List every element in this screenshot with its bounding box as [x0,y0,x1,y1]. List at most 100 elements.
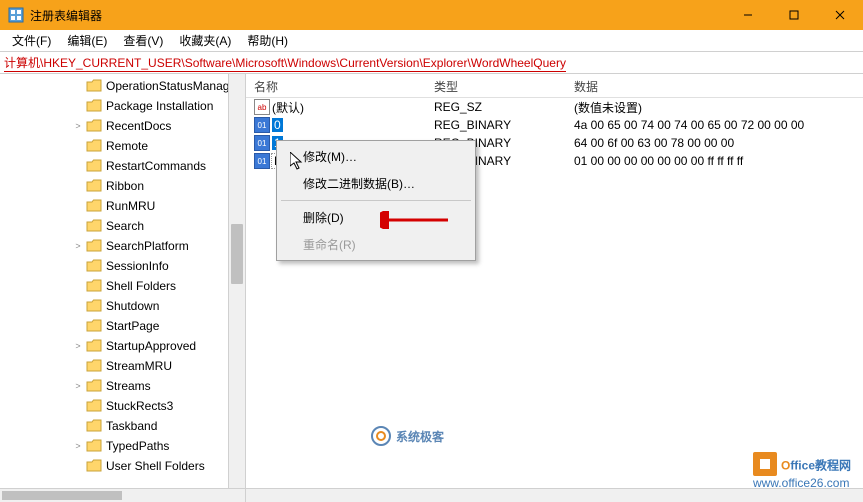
tree-item[interactable]: Taskband [0,416,245,436]
folder-icon [86,459,102,473]
expander-icon[interactable] [72,80,84,92]
tree-item-label: Package Installation [106,99,213,113]
binary-value-icon: 01 [254,117,270,133]
expander-icon[interactable] [72,140,84,152]
tree-scrollbar[interactable] [228,74,245,488]
tree-item[interactable]: >TypedPaths [0,436,245,456]
address-bar[interactable]: 计算机\HKEY_CURRENT_USER\Software\Microsoft… [0,52,863,74]
expander-icon[interactable]: > [72,120,84,132]
tree-item[interactable]: RestartCommands [0,156,245,176]
close-button[interactable] [817,0,863,30]
expander-icon[interactable] [72,460,84,472]
tree-item[interactable]: StuckRects3 [0,396,245,416]
tree-item[interactable]: StreamMRU [0,356,245,376]
expander-icon[interactable] [72,180,84,192]
tree-item[interactable]: Search [0,216,245,236]
office-icon [753,452,777,476]
tree-item[interactable]: Shell Folders [0,276,245,296]
scrollbar-thumb[interactable] [2,491,122,500]
tree-item[interactable]: SessionInfo [0,256,245,276]
binary-value-icon: 01 [254,153,270,169]
watermark-office26: Office教程网 www.office26.com [753,452,851,490]
tree-item-label: Ribbon [106,179,144,193]
folder-icon [86,359,102,373]
folder-icon [86,419,102,433]
expander-icon[interactable] [72,280,84,292]
window-title: 注册表编辑器 [30,7,725,24]
column-data[interactable]: 数据 [566,74,863,97]
minimize-button[interactable] [725,0,771,30]
tree-pane: OperationStatusManag Package Installation… [0,74,246,488]
value-data: (数值未设置) [566,99,863,116]
watermark-sysgeek: 系统极客 [370,425,444,447]
tree-item[interactable]: Ribbon [0,176,245,196]
address-path: 计算机\HKEY_CURRENT_USER\Software\Microsoft… [4,54,566,72]
folder-icon [86,379,102,393]
menu-favorites[interactable]: 收藏夹(A) [171,30,239,51]
value-row[interactable]: 010REG_BINARY4a 00 65 00 74 00 74 00 65 … [246,116,863,134]
expander-icon[interactable]: > [72,380,84,392]
tree-list[interactable]: OperationStatusManag Package Installation… [0,74,245,476]
tree-item[interactable]: StartPage [0,316,245,336]
context-menu: 修改(M)… 修改二进制数据(B)… 删除(D) 重命名(R) [276,140,476,261]
tree-item[interactable]: User Shell Folders [0,456,245,476]
menu-edit[interactable]: 编辑(E) [59,30,115,51]
expander-icon[interactable]: > [72,340,84,352]
tree-item[interactable]: Package Installation [0,96,245,116]
expander-icon[interactable] [72,300,84,312]
binary-value-icon: 01 [254,135,270,151]
value-data: 01 00 00 00 00 00 00 00 ff ff ff ff [566,154,863,168]
string-value-icon: ab [254,99,270,115]
menu-file[interactable]: 文件(F) [4,30,59,51]
expander-icon[interactable] [72,260,84,272]
tree-item-label: Remote [106,139,148,153]
folder-icon [86,299,102,313]
watermark-url: www.office26.com [753,476,851,490]
watermark-brand: ffice教程网 [790,458,851,472]
tree-item[interactable]: RunMRU [0,196,245,216]
menu-view[interactable]: 查看(V) [115,30,171,51]
expander-icon[interactable] [72,400,84,412]
column-name[interactable]: 名称 [246,74,426,97]
value-row[interactable]: ab(默认)REG_SZ(数值未设置) [246,98,863,116]
expander-icon[interactable] [72,420,84,432]
expander-icon[interactable] [72,320,84,332]
maximize-button[interactable] [771,0,817,30]
menu-help[interactable]: 帮助(H) [239,30,296,51]
cm-modify[interactable]: 修改(M)… [279,143,473,170]
tree-item[interactable]: >SearchPlatform [0,236,245,256]
expander-icon[interactable] [72,160,84,172]
tree-item-label: RecentDocs [106,119,171,133]
folder-icon [86,279,102,293]
tree-item[interactable]: > Streams [0,376,245,396]
tree-item-label: StartupApproved [106,339,196,353]
folder-icon [86,399,102,413]
tree-item-label: StuckRects3 [106,399,173,413]
folder-icon [86,239,102,253]
tree-item-label: RunMRU [106,199,155,213]
tree-item[interactable]: Remote [0,136,245,156]
tree-item[interactable]: > RecentDocs [0,116,245,136]
tree-item[interactable]: > StartupApproved [0,336,245,356]
expander-icon[interactable] [72,220,84,232]
watermark-text: 系统极客 [396,428,444,445]
expander-icon[interactable] [72,200,84,212]
value-type: REG_BINARY [426,118,566,132]
app-icon [8,7,24,23]
horizontal-scrollbar[interactable] [0,488,863,502]
expander-icon[interactable] [72,100,84,112]
value-type: REG_SZ [426,100,566,114]
cm-delete[interactable]: 删除(D) [279,204,473,231]
tree-item-label: Streams [106,379,151,393]
expander-icon[interactable]: > [72,240,84,252]
scrollbar-thumb[interactable] [231,224,243,284]
tree-item[interactable]: Shutdown [0,296,245,316]
expander-icon[interactable] [72,360,84,372]
tree-item-label: SessionInfo [106,259,169,273]
column-type[interactable]: 类型 [426,74,566,97]
cm-modify-binary[interactable]: 修改二进制数据(B)… [279,170,473,197]
expander-icon[interactable]: > [72,440,84,452]
folder-icon [86,99,102,113]
tree-item[interactable]: OperationStatusManag [0,76,245,96]
values-pane: 名称 类型 数据 ab(默认)REG_SZ(数值未设置)010REG_BINAR… [246,74,863,488]
